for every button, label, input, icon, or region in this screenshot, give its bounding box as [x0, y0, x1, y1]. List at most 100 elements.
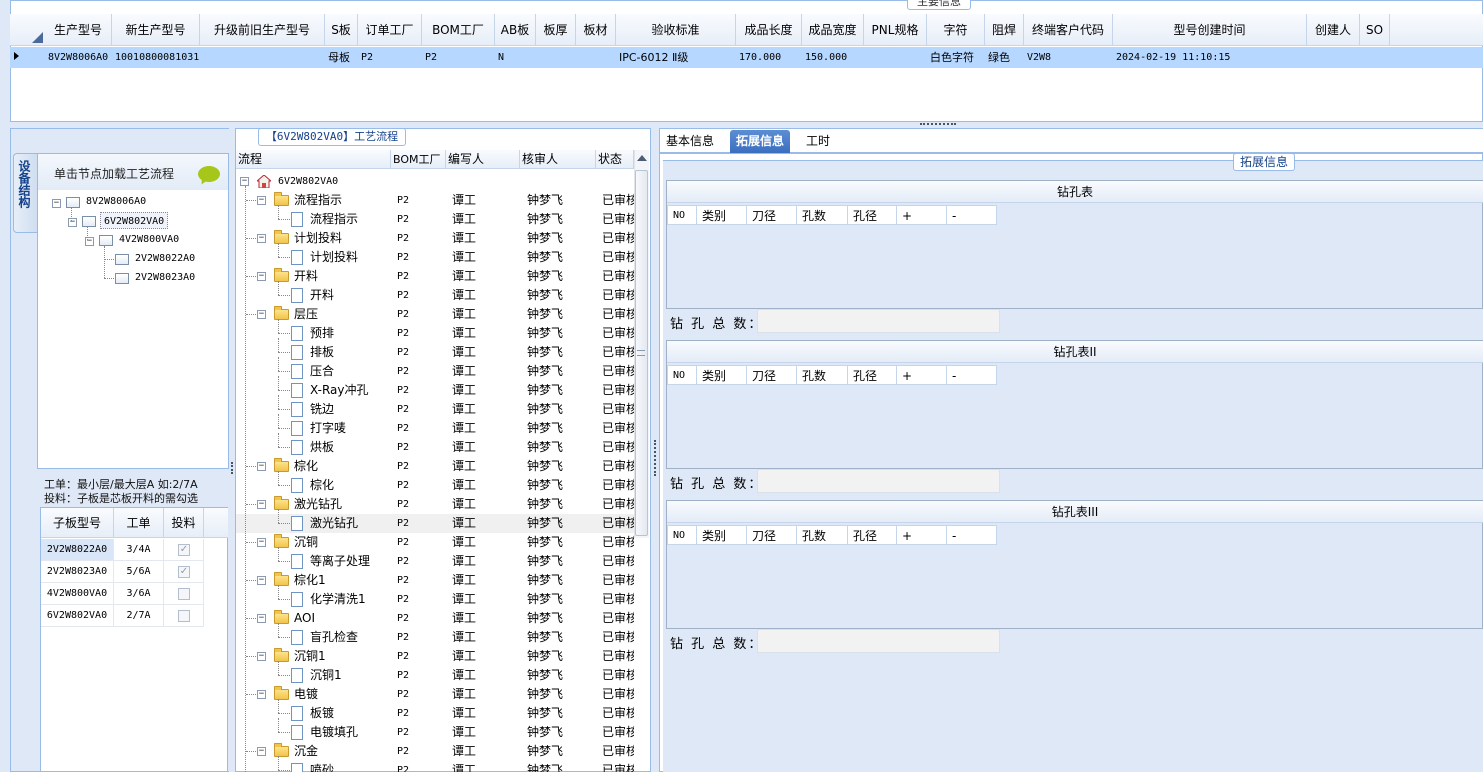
process-row[interactable]: X-Ray冲孔 P2 谭工 钟梦飞 已审核 — [236, 381, 634, 400]
process-row[interactable]: 计划投料 P2 谭工 钟梦飞 已审核 — [236, 248, 634, 267]
tree-expander-icon[interactable]: − — [257, 196, 266, 205]
process-row[interactable]: 沉铜1 P2 谭工 钟梦飞 已审核 — [236, 666, 634, 685]
device-tree-node[interactable]: 2V2W8022A0 — [135, 250, 195, 267]
column-header-15[interactable]: 终端客户代码 — [1024, 14, 1113, 46]
tree-expander-icon[interactable]: − — [257, 652, 266, 661]
tree-expander-icon[interactable]: − — [257, 272, 266, 281]
cell-18[interactable] — [1361, 47, 1391, 68]
drill-column-header[interactable]: + — [897, 525, 947, 545]
cell-11[interactable]: 150.000 — [803, 47, 865, 68]
process-root-row[interactable]: − 6V2W802VA0 — [236, 172, 634, 191]
cell-5[interactable]: P2 — [423, 47, 496, 68]
column-header-18[interactable]: SO — [1360, 14, 1390, 46]
drill-column-header[interactable]: 孔径 — [848, 365, 897, 385]
column-header-6[interactable]: AB板 — [495, 14, 536, 46]
sub-board-model[interactable]: 6V2W802VA0 — [41, 605, 114, 627]
tree-expander-icon[interactable]: − — [257, 234, 266, 243]
drill-column-header[interactable]: 孔数 — [797, 365, 848, 385]
process-row[interactable]: 棕化 P2 谭工 钟梦飞 已审核 — [236, 476, 634, 495]
process-row[interactable]: − 沉金 P2 谭工 钟梦飞 已审核 — [236, 742, 634, 761]
tree-expander-icon[interactable]: − — [257, 500, 266, 509]
column-header-11[interactable]: 成品宽度 — [802, 14, 864, 46]
scroll-up-arrow-icon[interactable] — [637, 155, 647, 161]
cell-1[interactable]: 10010800081031 — [113, 47, 201, 68]
drill-count-input[interactable] — [757, 629, 1000, 653]
cell-16[interactable]: 2024-02-19 11:10:15 — [1114, 47, 1308, 68]
process-row[interactable]: − 开料 P2 谭工 钟梦飞 已审核 — [236, 267, 634, 286]
drill-column-header[interactable]: 类别 — [697, 525, 747, 545]
feed-checkbox[interactable]: ✓ — [178, 566, 190, 578]
column-header-12[interactable]: PNL规格 — [864, 14, 927, 46]
column-header-17[interactable]: 创建人 — [1307, 14, 1360, 46]
process-column-header[interactable]: 核审人 — [520, 150, 596, 169]
tab-basic-info[interactable]: 基本信息 — [660, 130, 720, 153]
tree-expander-icon[interactable]: − — [68, 218, 77, 227]
cell-9[interactable]: IPC-6012 Ⅱ级 — [617, 47, 737, 68]
drill-column-header[interactable]: + — [897, 205, 947, 225]
drill-column-header[interactable]: 孔径 — [848, 525, 897, 545]
device-tree-node[interactable]: 4V2W800VA0 — [119, 231, 179, 248]
process-row[interactable]: 铣边 P2 谭工 钟梦飞 已审核 — [236, 400, 634, 419]
process-row[interactable]: 化学清洗1 P2 谭工 钟梦飞 已审核 — [236, 590, 634, 609]
device-tree-node[interactable]: 8V2W8006A0 — [86, 193, 146, 210]
splitter-grip-icon[interactable] — [920, 123, 956, 126]
left-splitter-grip-icon[interactable] — [231, 462, 233, 474]
column-header-3[interactable]: S板 — [325, 14, 358, 46]
drill-column-header[interactable]: NO — [667, 205, 697, 225]
drill-column-header[interactable]: 类别 — [697, 365, 747, 385]
cell-13[interactable]: 白色字符 — [928, 47, 986, 68]
sub-board-model[interactable]: 4V2W800VA0 — [41, 583, 114, 605]
column-header-9[interactable]: 验收标准 — [616, 14, 736, 46]
drill-column-header[interactable]: 孔数 — [797, 525, 848, 545]
column-header-5[interactable]: BOM工厂 — [422, 14, 495, 46]
column-header-4[interactable]: 订单工厂 — [358, 14, 422, 46]
column-header-13[interactable]: 字符 — [927, 14, 985, 46]
cell-12[interactable] — [865, 47, 928, 68]
drill-column-header[interactable]: - — [947, 365, 997, 385]
process-row[interactable]: − 流程指示 P2 谭工 钟梦飞 已审核 — [236, 191, 634, 210]
drill-column-header[interactable]: 刀径 — [747, 525, 797, 545]
process-column-header[interactable]: BOM工厂 — [391, 150, 446, 169]
sub-board-model[interactable]: 2V2W8023A0 — [41, 561, 114, 583]
feed-checkbox[interactable]: ✓ — [178, 544, 190, 556]
tree-expander-icon[interactable]: − — [257, 462, 266, 471]
feed-checkbox[interactable] — [178, 588, 190, 600]
process-row[interactable]: 打字唛 P2 谭工 钟梦飞 已审核 — [236, 419, 634, 438]
sub-board-order[interactable]: 2/7A — [114, 605, 164, 627]
process-row[interactable]: 压合 P2 谭工 钟梦飞 已审核 — [236, 362, 634, 381]
tree-expander-icon[interactable]: − — [257, 614, 266, 623]
process-row[interactable]: 开料 P2 谭工 钟梦飞 已审核 — [236, 286, 634, 305]
process-row[interactable]: − 沉铜 P2 谭工 钟梦飞 已审核 — [236, 533, 634, 552]
cell-17[interactable] — [1308, 47, 1361, 68]
sub-board-order[interactable]: 3/6A — [114, 583, 164, 605]
column-header-2[interactable]: 升级前旧生产型号 — [200, 14, 325, 46]
column-header-7[interactable]: 板厚 — [536, 14, 576, 46]
tree-expander-icon[interactable]: − — [257, 310, 266, 319]
drill-column-header[interactable]: 刀径 — [747, 365, 797, 385]
cell-7[interactable] — [537, 47, 577, 68]
drill-column-header[interactable]: + — [897, 365, 947, 385]
process-row[interactable]: − 棕化1 P2 谭工 钟梦飞 已审核 — [236, 571, 634, 590]
process-column-header[interactable]: 状态 — [596, 150, 634, 169]
sub-board-order[interactable]: 5/6A — [114, 561, 164, 583]
tab-extended-info[interactable]: 拓展信息 — [730, 130, 791, 153]
cell-2[interactable] — [201, 47, 326, 68]
drill-column-header[interactable]: 孔径 — [848, 205, 897, 225]
device-tree-node[interactable]: 6V2W802VA0 — [100, 212, 169, 229]
cell-6[interactable]: N — [496, 47, 537, 68]
process-row[interactable]: − 沉铜1 P2 谭工 钟梦飞 已审核 — [236, 647, 634, 666]
process-row[interactable]: 流程指示 P2 谭工 钟梦飞 已审核 — [236, 210, 634, 229]
drill-column-header[interactable]: NO — [667, 365, 697, 385]
column-header-1[interactable]: 新生产型号 — [112, 14, 200, 46]
sub-board-column-header[interactable]: 子板型号 — [41, 508, 114, 538]
cell-10[interactable]: 170.000 — [737, 47, 803, 68]
sub-board-order[interactable]: 3/4A — [114, 539, 164, 561]
drill-count-input[interactable] — [757, 309, 1000, 333]
tree-expander-icon[interactable]: − — [257, 538, 266, 547]
cell-15[interactable]: V2W8 — [1025, 47, 1114, 68]
center-splitter-grip-icon[interactable] — [654, 440, 656, 476]
process-row[interactable]: − 激光钻孔 P2 谭工 钟梦飞 已审核 — [236, 495, 634, 514]
process-row[interactable]: 激光钻孔 P2 谭工 钟梦飞 已审核 — [236, 514, 634, 533]
process-row[interactable]: 盲孔检查 P2 谭工 钟梦飞 已审核 — [236, 628, 634, 647]
process-row[interactable]: 等离子处理 P2 谭工 钟梦飞 已审核 — [236, 552, 634, 571]
